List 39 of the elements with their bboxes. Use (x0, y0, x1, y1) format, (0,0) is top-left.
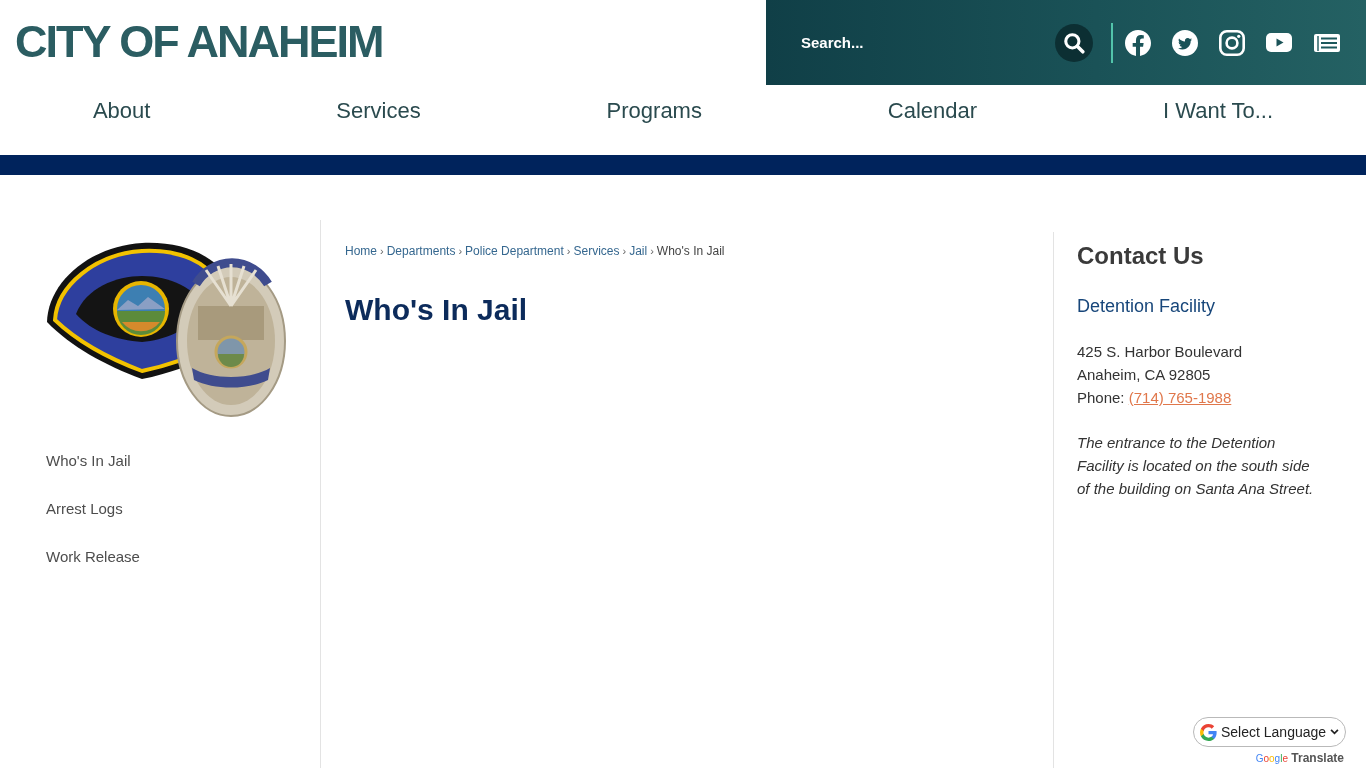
facebook-icon[interactable] (1125, 29, 1151, 56)
nav-link[interactable]: Services (336, 98, 421, 124)
language-select[interactable]: Select Language (1193, 717, 1346, 747)
address-line: 425 S. Harbor Boulevard (1077, 342, 1243, 362)
chevron-down-icon (1330, 729, 1339, 735)
breadcrumb-link[interactable]: Police Department (465, 244, 564, 258)
google-translate-link[interactable]: Google Translate (1255, 751, 1344, 766)
sidebar-link[interactable]: Arrest Logs (46, 500, 123, 517)
breadcrumb-separator: › (380, 244, 384, 258)
nav-link[interactable]: I Want To... (1163, 98, 1274, 124)
twitter-bird-icon[interactable] (1172, 29, 1198, 56)
breadcrumb-separator: › (458, 244, 463, 258)
breadcrumb-link[interactable]: Services (573, 244, 620, 258)
breadcrumb-separator: › (566, 244, 571, 258)
page-title: Who's In Jail (345, 292, 528, 328)
google-g-icon (1200, 723, 1217, 741)
search-field[interactable]: Search... (790, 22, 1045, 63)
contact-heading: Contact Us (1077, 242, 1204, 270)
address-line: Anaheim, CA 92805 (1077, 365, 1211, 385)
sidebar-link[interactable]: Work Release (46, 548, 140, 565)
nav-link[interactable]: About (92, 98, 151, 124)
breadcrumb-current-page: Who's In Jail (656, 244, 725, 258)
breadcrumb-link[interactable]: Jail (629, 244, 648, 258)
breadcrumb-link[interactable]: Home (345, 244, 377, 258)
sidebar-link[interactable]: Who's In Jail (46, 452, 131, 469)
location-note: The entrance to the Detention Facility is located on the south side of the building on Santa Ana Street. (1077, 433, 1315, 499)
facility-name: Detention Facility (1077, 295, 1216, 317)
nav-link[interactable]: Calendar (887, 98, 978, 124)
newspaper-icon[interactable] (1313, 32, 1341, 53)
breadcrumb-separator: › (650, 244, 654, 258)
instagram-camera-icon[interactable] (1219, 29, 1245, 56)
search-icon (1063, 31, 1085, 54)
nav-link[interactable]: Programs (606, 98, 702, 124)
youtube-play-icon[interactable] (1266, 33, 1292, 52)
site-logo[interactable]: CITY OF ANAHEIM (15, 16, 383, 67)
breadcrumb-link[interactable]: Departments (386, 244, 456, 258)
breadcrumb-separator: › (622, 244, 627, 258)
search-button[interactable] (1055, 23, 1093, 62)
phone-label: Phone: (1077, 389, 1125, 406)
